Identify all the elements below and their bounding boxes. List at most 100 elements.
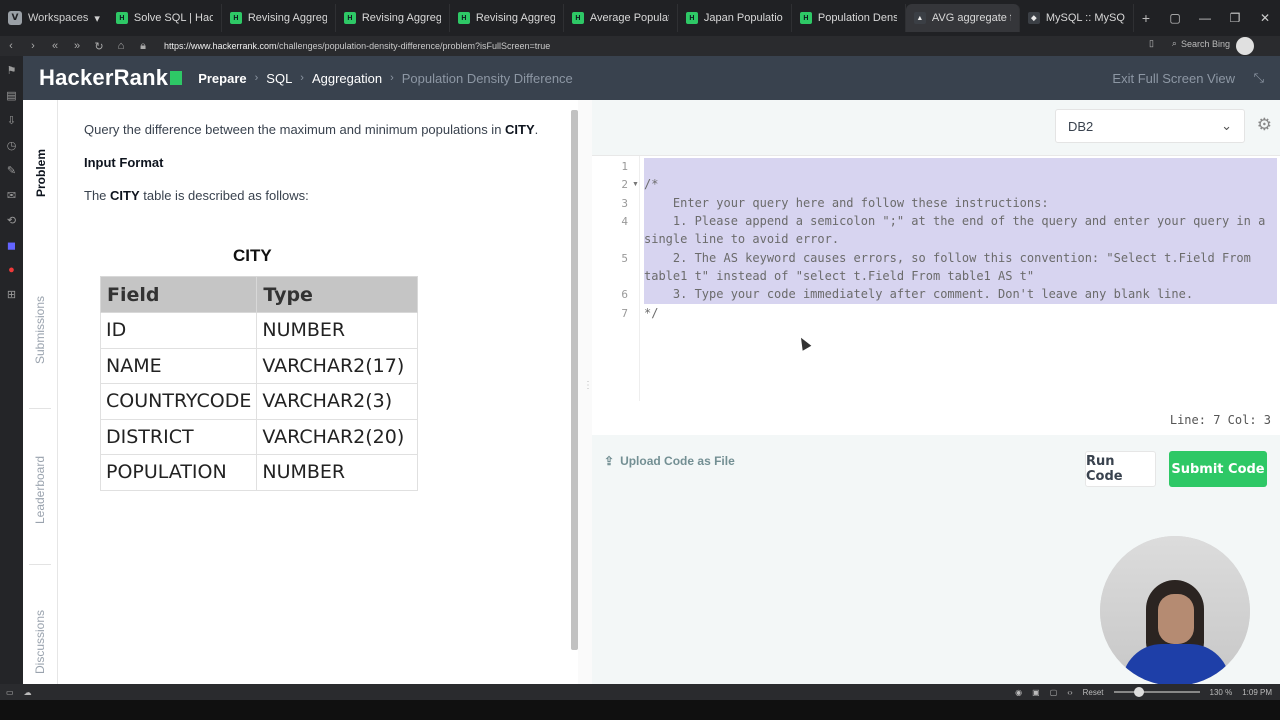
tab-title: MySQL :: MySQL 8.0 Refe (1045, 12, 1125, 24)
line-number: 2 (621, 178, 628, 191)
image-toggle-icon[interactable]: ▣ (1032, 688, 1040, 697)
logo-text: HackerRank (39, 65, 169, 90)
table-name: CITY (110, 188, 140, 203)
table-row: COUNTRYCODE VARCHAR2(3) (99, 383, 419, 420)
browser-tab[interactable]: H Revising Aggregations - T (336, 4, 450, 32)
gear-icon[interactable]: ⚙ (1257, 115, 1272, 135)
code-line: Enter your query here and follow these i… (644, 196, 1049, 210)
hackerrank-favicon-icon: H (685, 12, 698, 24)
run-code-button[interactable]: Run Code (1085, 451, 1156, 487)
hackerrank-favicon-icon: H (343, 12, 356, 24)
line-number: 1 (621, 160, 628, 173)
notes-icon[interactable]: ✎ (7, 164, 16, 177)
chevron-down-icon: ▾ (94, 12, 100, 25)
url-field[interactable]: https://www.hackerrank.com/challenges/po… (164, 41, 550, 51)
maximize-icon[interactable]: ❐ (1220, 11, 1250, 25)
tab-overview-icon[interactable]: ▢ (1160, 11, 1190, 25)
exit-fullscreen-link[interactable]: Exit Full Screen View (1112, 71, 1235, 86)
problem-scrollbar[interactable] (571, 110, 578, 650)
browser-tab[interactable]: ◆ MySQL :: MySQL 8.0 Refe (1020, 4, 1134, 32)
language-select[interactable]: DB2 ⌄ (1055, 109, 1245, 143)
browser-tab-active[interactable]: ▲ AVG aggregate function (905, 4, 1020, 32)
home-icon[interactable]: ⌂ (110, 40, 132, 52)
upload-icon: ⇪ (604, 454, 615, 468)
tab-title: Japan Population | Hacker (703, 12, 783, 24)
browser-tab[interactable]: H Solve SQL | HackerRank (108, 4, 222, 32)
zoom-reset-button[interactable]: Reset (1083, 688, 1104, 697)
hackerrank-logo[interactable]: HackerRank (39, 65, 183, 91)
table-row: POPULATION NUMBER (99, 454, 419, 491)
fast-forward-icon[interactable]: » (66, 40, 88, 52)
clock: 1:09 PM (1242, 687, 1272, 697)
mail-icon[interactable]: ✉ (7, 189, 16, 202)
table-row: ID NUMBER (99, 312, 419, 349)
tab-title: Average Population | Hac (589, 12, 669, 24)
code-line: table1 t" instead of "select t.Field Fro… (644, 269, 1035, 283)
submit-code-button[interactable]: Submit Code (1169, 451, 1267, 487)
browser-tab[interactable]: H Population Density Differ (792, 4, 906, 32)
zoom-slider-knob[interactable] (1133, 687, 1144, 697)
line-number: 7 (621, 307, 628, 320)
downloads-icon[interactable]: ⇩ (7, 114, 16, 127)
tab-submissions[interactable]: Submissions (23, 280, 58, 380)
close-window-icon[interactable]: ✕ (1250, 11, 1280, 25)
workspaces-button[interactable]: V Workspaces ▾ (0, 0, 108, 36)
vivaldi-icon[interactable]: ● (8, 264, 15, 276)
table-cell: NUMBER (256, 312, 419, 349)
editor-toolbar: DB2 ⌄ ⚙ (592, 100, 1280, 155)
column-header: Field (99, 276, 258, 313)
profile-avatar[interactable] (1236, 37, 1254, 55)
exit-fullscreen-icon[interactable]: ⤡ (1254, 70, 1264, 86)
input-format-heading: Input Format (84, 155, 164, 170)
pane-splitter[interactable]: ⋮ (578, 100, 593, 684)
code-line: single line to avoid error. (644, 232, 840, 246)
capture-icon[interactable]: ◉ (1015, 688, 1022, 697)
browser-tab[interactable]: H Revising Aggregations - T (222, 4, 336, 32)
problem-pane: Problem Submissions Leaderboard Discussi… (23, 100, 578, 684)
sync-icon[interactable]: ☁ (24, 688, 32, 697)
statement-text: Query the difference between the maximum… (84, 122, 506, 137)
history-icon[interactable]: ◷ (7, 139, 17, 152)
fold-arrow-icon[interactable]: ▼ (632, 181, 639, 188)
hackerrank-favicon-icon: H (799, 12, 812, 24)
tab-problem[interactable]: Problem (23, 140, 58, 206)
panel-toggle-icon[interactable]: ▭ (6, 688, 14, 697)
upload-label: Upload Code as File (620, 454, 735, 468)
new-tab-plus-icon[interactable]: + (1134, 10, 1158, 26)
reading-list-icon[interactable]: ▤ (6, 89, 16, 102)
window-controls: ▢ — ❐ ✕ (1160, 0, 1280, 36)
table-description: The CITY table is described as follows: (84, 188, 309, 203)
vertical-tabs: Problem Submissions Leaderboard Discussi… (23, 100, 58, 684)
code-editor[interactable]: 1 2 3 4 5 6 7 ▼ /* Enter your query here… (592, 155, 1280, 435)
browser-tab[interactable]: H Japan Population | Hacker (678, 4, 792, 32)
tab-discussions-label: Discussions (33, 609, 48, 675)
mastodon-icon[interactable]: ◼ (7, 239, 16, 252)
table-cell: ID (99, 312, 258, 349)
tiling-icon[interactable]: ▢ (1050, 688, 1058, 697)
breadcrumb-sql[interactable]: SQL (266, 71, 292, 86)
zoom-slider[interactable] (1113, 687, 1200, 697)
search-field[interactable]: ▯ ⌕ Search Bing (1149, 38, 1230, 49)
breadcrumb: Prepare › SQL › Aggregation › Population… (198, 71, 573, 86)
rewind-icon[interactable]: « (44, 40, 66, 52)
bookmarks-panel-icon[interactable]: ⚑ (7, 64, 17, 77)
tab-leaderboard[interactable]: Leaderboard (23, 440, 58, 540)
hackerrank-favicon-icon: H (571, 12, 584, 24)
mysql-favicon-icon: ◆ (1027, 12, 1040, 24)
add-panel-icon[interactable]: ⊞ (7, 288, 16, 301)
forward-icon[interactable]: › (22, 40, 44, 52)
browser-tab[interactable]: H Average Population | Hac (564, 4, 678, 32)
translate-icon[interactable]: ⟲ (7, 214, 16, 227)
reload-icon[interactable]: ↻ (88, 40, 110, 53)
breadcrumb-aggregation[interactable]: Aggregation (312, 71, 382, 86)
bookmark-icon[interactable]: ▯ (1149, 38, 1154, 49)
search-icon: ⌕ (1171, 38, 1177, 48)
breadcrumb-prepare[interactable]: Prepare (198, 71, 246, 86)
table-cell: VARCHAR2(20) (256, 418, 419, 455)
upload-code-button[interactable]: ⇪ Upload Code as File (604, 454, 735, 468)
page-actions-icon[interactable]: ‹› (1067, 688, 1072, 697)
minimize-icon[interactable]: — (1190, 11, 1220, 25)
tab-discussions[interactable]: Discussions (23, 600, 58, 684)
browser-tab[interactable]: H Revising Aggregations - A (450, 4, 564, 32)
back-icon[interactable]: ‹ (0, 40, 22, 52)
